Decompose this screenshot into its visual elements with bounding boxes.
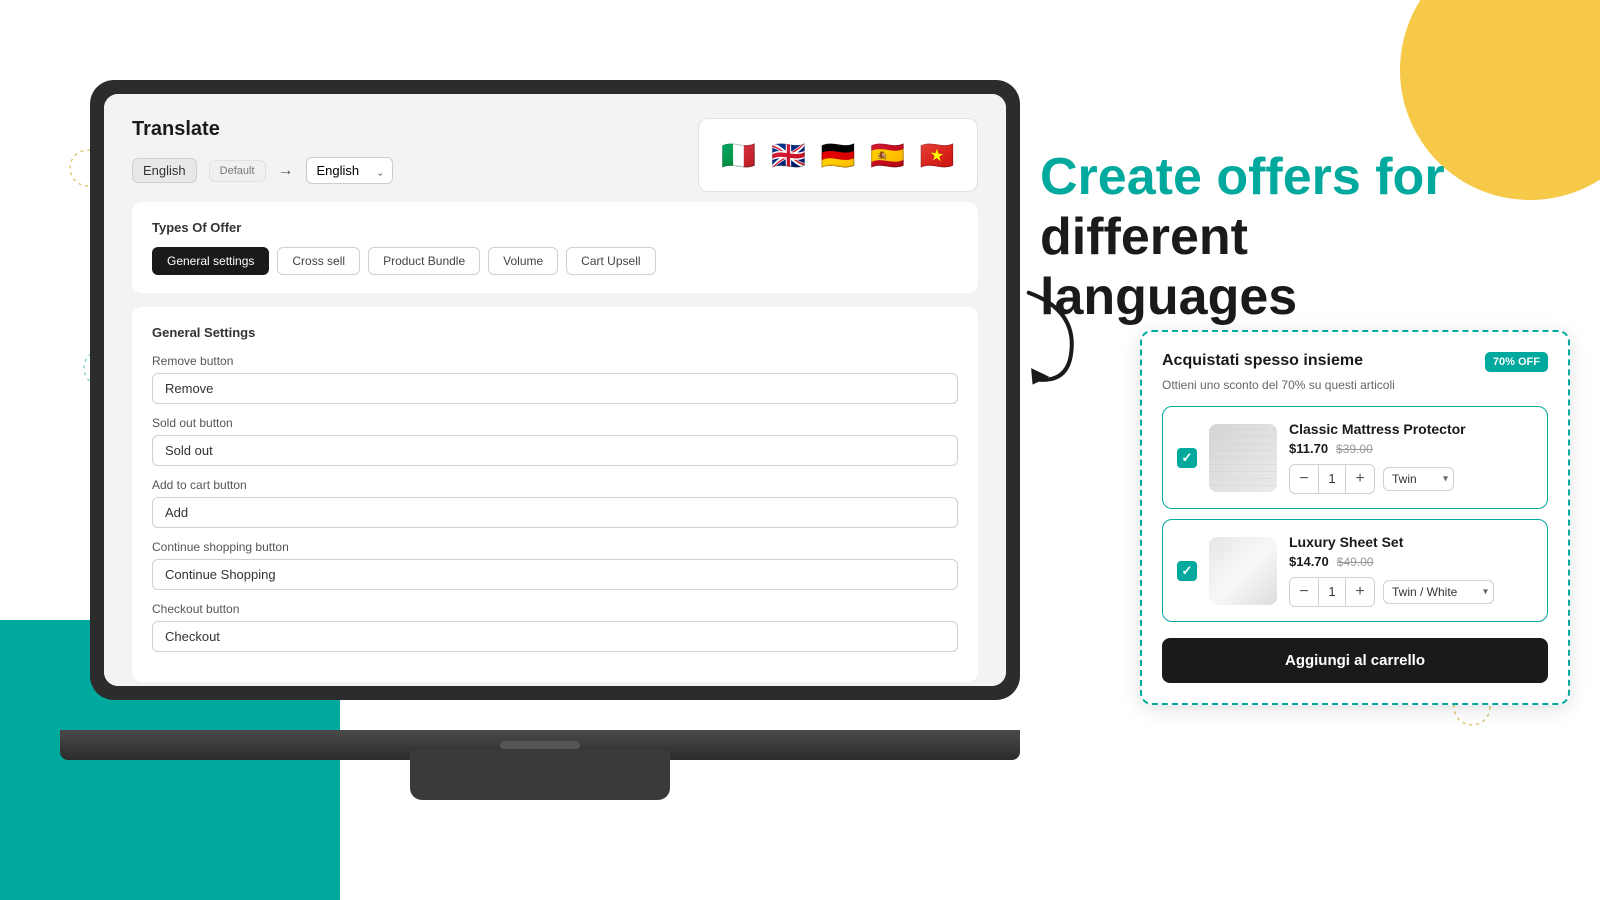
product-2-qty-plus[interactable]: + (1346, 578, 1374, 606)
flag-uk: 🇬🇧 (769, 133, 809, 177)
flag-vietnam: 🇻🇳 (917, 133, 957, 177)
right-heading: Create offers for different languages (1040, 148, 1520, 327)
flag-germany: 🇩🇪 (818, 133, 858, 177)
product-1-qty-value: 1 (1318, 465, 1346, 493)
product-1-image (1209, 424, 1277, 492)
laptop-screen-outer: 🇮🇹 🇬🇧 🇩🇪 🇪🇸 🇻🇳 Translate English Default… (90, 80, 1020, 700)
source-lang-label: English (132, 158, 197, 183)
heading-line1: Create offers for (1040, 148, 1445, 206)
general-settings-section: General Settings Remove button Sold out … (132, 307, 978, 682)
remove-button-input[interactable] (152, 373, 958, 404)
continue-shopping-input[interactable] (152, 559, 958, 590)
target-lang-select[interactable]: English Italian German Spanish (306, 157, 393, 184)
flags-row: 🇮🇹 🇬🇧 🇩🇪 🇪🇸 🇻🇳 (698, 118, 978, 192)
checkout-label: Checkout button (152, 602, 958, 616)
discount-badge: 70% OFF (1485, 352, 1548, 372)
remove-button-label: Remove button (152, 354, 958, 368)
checkout-field: Checkout button (152, 602, 958, 652)
product-1-variant-wrapper[interactable]: Twin Full Queen King (1383, 467, 1454, 491)
product-2-variant-select[interactable]: Twin / White Twin / Blue Full / White Qu… (1383, 580, 1494, 604)
tab-cart-upsell[interactable]: Cart Upsell (566, 247, 655, 275)
product-card-2: Luxury Sheet Set $14.70 $49.00 − 1 + Twi… (1162, 519, 1548, 622)
checkout-input[interactable] (152, 621, 958, 652)
tab-volume[interactable]: Volume (488, 247, 558, 275)
product-2-details: Luxury Sheet Set $14.70 $49.00 − 1 + Twi… (1289, 534, 1533, 607)
target-lang-select-wrapper[interactable]: English Italian German Spanish (306, 157, 393, 184)
product-2-price-current: $14.70 (1289, 554, 1329, 569)
product-2-checkbox[interactable] (1177, 561, 1197, 581)
product-2-image (1209, 537, 1277, 605)
product-2-controls: − 1 + Twin / White Twin / Blue Full / Wh… (1289, 577, 1533, 607)
product-1-qty-plus[interactable]: + (1346, 465, 1374, 493)
continue-shopping-field: Continue shopping button (152, 540, 958, 590)
product-1-price-original: $39.00 (1336, 442, 1373, 456)
product-1-price-current: $11.70 (1289, 441, 1328, 456)
default-badge: Default (209, 160, 266, 182)
continue-shopping-label: Continue shopping button (152, 540, 958, 554)
add-to-cart-input[interactable] (152, 497, 958, 528)
sold-out-input[interactable] (152, 435, 958, 466)
offer-widget: Acquistati spesso insieme 70% OFF Ottien… (1140, 330, 1570, 705)
translate-panel: 🇮🇹 🇬🇧 🇩🇪 🇪🇸 🇻🇳 Translate English Default… (104, 94, 1006, 686)
remove-button-field: Remove button (152, 354, 958, 404)
offer-tabs: General settings Cross sell Product Bund… (152, 247, 958, 275)
product-2-qty-value: 1 (1318, 578, 1346, 606)
tab-cross-sell[interactable]: Cross sell (277, 247, 360, 275)
product-2-qty-control: − 1 + (1289, 577, 1375, 607)
product-1-details: Classic Mattress Protector $11.70 $39.00… (1289, 421, 1533, 494)
heading-line2: different (1040, 208, 1248, 266)
laptop: 🇮🇹 🇬🇧 🇩🇪 🇪🇸 🇻🇳 Translate English Default… (60, 80, 1060, 820)
general-settings-title: General Settings (152, 325, 958, 340)
product-2-price-original: $49.00 (1337, 555, 1374, 569)
product-1-checkbox[interactable] (1177, 448, 1197, 468)
flag-spain: 🇪🇸 (868, 133, 908, 177)
product-2-name: Luxury Sheet Set (1289, 534, 1533, 550)
product-card-1: Classic Mattress Protector $11.70 $39.00… (1162, 406, 1548, 509)
add-to-cart-button[interactable]: Aggiungi al carrello (1162, 638, 1548, 683)
offer-header: Acquistati spesso insieme 70% OFF (1162, 352, 1548, 372)
product-1-qty-minus[interactable]: − (1290, 465, 1318, 493)
laptop-stand (410, 750, 670, 800)
laptop-notch (500, 741, 580, 749)
offer-subtitle: Ottieni uno sconto del 70% su questi art… (1162, 378, 1548, 392)
product-1-variant-select[interactable]: Twin Full Queen King (1383, 467, 1454, 491)
offer-types-section: Types Of Offer General settings Cross se… (132, 202, 978, 293)
product-1-prices: $11.70 $39.00 (1289, 441, 1533, 456)
laptop-screen-inner: 🇮🇹 🇬🇧 🇩🇪 🇪🇸 🇻🇳 Translate English Default… (104, 94, 1006, 686)
product-1-controls: − 1 + Twin Full Queen King (1289, 464, 1533, 494)
right-text-block: Create offers for different languages (1040, 148, 1520, 327)
product-1-qty-control: − 1 + (1289, 464, 1375, 494)
product-1-name: Classic Mattress Protector (1289, 421, 1533, 437)
lang-arrow: → (278, 162, 294, 180)
flag-italy: 🇮🇹 (719, 133, 759, 177)
tab-product-bundle[interactable]: Product Bundle (368, 247, 480, 275)
sold-out-label: Sold out button (152, 416, 958, 430)
add-to-cart-label: Add to cart button (152, 478, 958, 492)
tab-general-settings[interactable]: General settings (152, 247, 269, 275)
sold-out-field: Sold out button (152, 416, 958, 466)
product-2-variant-wrapper[interactable]: Twin / White Twin / Blue Full / White Qu… (1383, 580, 1494, 604)
offer-widget-title: Acquistati spesso insieme (1162, 352, 1363, 370)
product-2-prices: $14.70 $49.00 (1289, 554, 1533, 569)
add-to-cart-field: Add to cart button (152, 478, 958, 528)
product-2-qty-minus[interactable]: − (1290, 578, 1318, 606)
offer-types-label: Types Of Offer (152, 220, 958, 235)
